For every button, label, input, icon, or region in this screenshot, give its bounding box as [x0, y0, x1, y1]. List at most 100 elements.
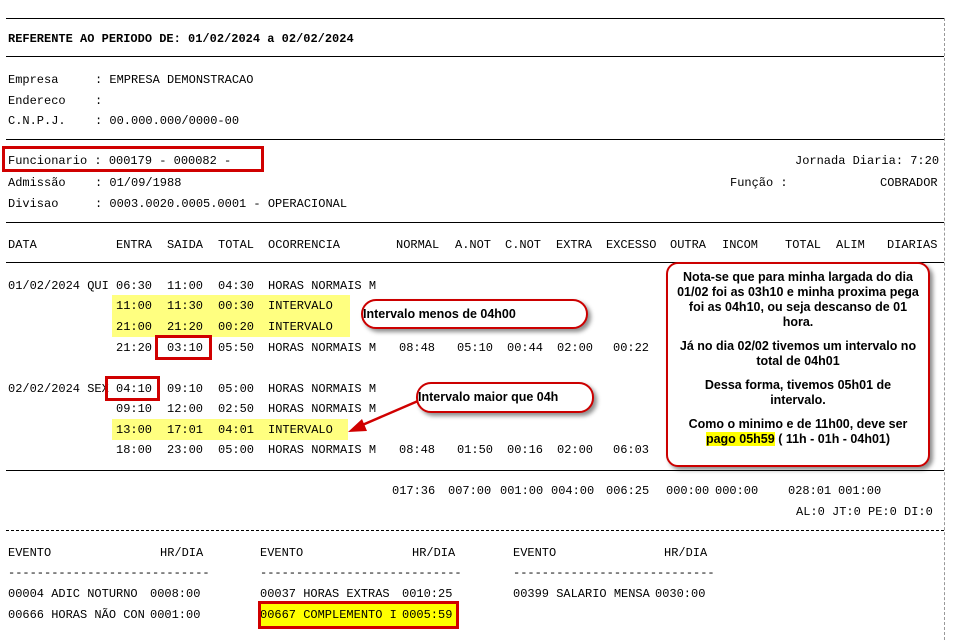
funcionario-red-box	[2, 146, 264, 172]
row7-entra: 18:00	[116, 443, 153, 457]
hrdia-head-3: HR/DIA	[664, 546, 708, 560]
total-extra: 004:00	[551, 484, 595, 498]
row2-total: 00:20	[218, 320, 255, 334]
row3-anot: 05:10	[457, 341, 494, 355]
col-extra: EXTRA	[556, 238, 593, 252]
total-flags: AL:0 JT:0 PE:0 DI:0	[796, 505, 933, 519]
note-p4-start: Como o minimo e de 11h00, deve ser	[688, 417, 908, 431]
total-normal: 017:36	[392, 484, 436, 498]
row7-ocorrencia: HORAS NORMAIS M	[268, 443, 377, 457]
row0-data: 01/02/2024 QUI	[8, 279, 109, 293]
arrow-icon	[348, 399, 419, 432]
event-value: 0001:00	[150, 608, 201, 622]
evento-head-1: EVENTO	[8, 546, 52, 560]
divisao-value: : 0003.0020.0005.0001 - OPERACIONAL	[95, 197, 348, 211]
row3-cnot: 00:44	[507, 341, 544, 355]
funcao-value: COBRADOR	[880, 176, 938, 190]
saida-0310-red-box	[155, 335, 212, 360]
row4-data: 02/02/2024 SEX	[8, 382, 109, 396]
row3-total: 05:50	[218, 341, 255, 355]
col-alim: ALIM	[836, 238, 865, 252]
note-paragraph-1: Nota-se que para minha largada do dia 01…	[677, 270, 919, 329]
col-anot: A.NOT	[455, 238, 492, 252]
row5-entra: 09:10	[116, 402, 153, 416]
col-normal: NORMAL	[396, 238, 440, 252]
col-entra: ENTRA	[116, 238, 153, 252]
total-total: 028:01	[788, 484, 832, 498]
row3-excesso: 00:22	[613, 341, 650, 355]
evento-underline-2: ----------------------------	[260, 566, 462, 580]
row2-saida: 21:20	[167, 320, 204, 334]
row0-saida: 11:00	[167, 279, 204, 293]
row6-total: 04:01	[218, 423, 255, 437]
col-total2: TOTAL	[785, 238, 822, 252]
hrdia-head-1: HR/DIA	[160, 546, 204, 560]
right-margin-line	[944, 18, 945, 640]
note-paragraph-4: Como o minimo e de 11h00, deve ser pago …	[676, 417, 920, 447]
row0-ocorrencia: HORAS NORMAIS M	[268, 279, 377, 293]
empresa-label: Empresa	[8, 73, 59, 87]
row4-ocorrencia: HORAS NORMAIS M	[268, 382, 377, 396]
callout-intervalo-maior: Intervalo maior que 04h	[416, 382, 594, 413]
col-excesso: EXCESSO	[606, 238, 657, 252]
row6-ocorrencia: INTERVALO	[268, 423, 333, 437]
col-saida: SAIDA	[167, 238, 204, 252]
row7-excesso: 06:03	[613, 443, 650, 457]
event-value: 0030:00	[655, 587, 706, 601]
col-outra: OUTRA	[670, 238, 707, 252]
total-incom: 000:00	[715, 484, 759, 498]
row6-entra: 13:00	[116, 423, 153, 437]
total-anot: 007:00	[448, 484, 492, 498]
row3-extra: 02:00	[557, 341, 594, 355]
evento-underline-3: ----------------------------	[513, 566, 715, 580]
admissao-label: Admissão	[8, 176, 66, 190]
total-alim: 001:00	[838, 484, 882, 498]
admissao-value: : 01/09/1988	[95, 176, 182, 190]
evento-underline-1: ----------------------------	[8, 566, 210, 580]
row1-saida: 11:30	[167, 299, 204, 313]
row4-total: 05:00	[218, 382, 255, 396]
col-diarias: DIARIAS	[887, 238, 938, 252]
row7-anot: 01:50	[457, 443, 494, 457]
row1-entra: 11:00	[116, 299, 153, 313]
total-excesso: 006:25	[606, 484, 650, 498]
row5-saida: 12:00	[167, 402, 204, 416]
event-label: 00037 HORAS EXTRAS	[260, 587, 390, 601]
period-title: REFERENTE AO PERIODO DE: 01/02/2024 a 02…	[8, 32, 354, 46]
row6-saida: 17:01	[167, 423, 204, 437]
cnpj-value: : 00.000.000/0000-00	[95, 114, 240, 128]
row4-saida: 09:10	[167, 382, 204, 396]
row2-entra: 21:00	[116, 320, 153, 334]
row7-normal: 08:48	[399, 443, 436, 457]
row3-ocorrencia: HORAS NORMAIS M	[268, 341, 377, 355]
row0-entra: 06:30	[116, 279, 153, 293]
empresa-value: : EMPRESA DEMONSTRACAO	[95, 73, 254, 87]
row7-total: 05:00	[218, 443, 255, 457]
col-data: DATA	[8, 238, 37, 252]
row7-extra: 02:00	[557, 443, 594, 457]
event-value: 0010:25	[402, 587, 453, 601]
col-incom: INCOM	[722, 238, 759, 252]
divisao-label: Divisao	[8, 197, 59, 211]
row7-cnot: 00:16	[507, 443, 544, 457]
row5-total: 02:50	[218, 402, 255, 416]
row3-normal: 08:48	[399, 341, 436, 355]
row2-ocorrencia: INTERVALO	[268, 320, 333, 334]
row1-ocorrencia: INTERVALO	[268, 299, 333, 313]
cnpj-label: C.N.P.J.	[8, 114, 66, 128]
total-outra: 000:00	[666, 484, 710, 498]
complemento-red-box	[258, 601, 459, 629]
event-value: 0008:00	[150, 587, 201, 601]
row0-total: 04:30	[218, 279, 255, 293]
note-p4-end: ( 11h - 01h - 04h01)	[774, 432, 891, 446]
total-cnot: 001:00	[500, 484, 544, 498]
col-total: TOTAL	[218, 238, 255, 252]
col-cnot: C.NOT	[505, 238, 542, 252]
event-label: 00004 ADIC NOTURNO	[8, 587, 138, 601]
col-ocorrencia: OCORRENCIA	[268, 238, 341, 252]
evento-head-2: EVENTO	[260, 546, 304, 560]
jornada-diaria: Jornada Diaria: 7:20	[795, 154, 940, 168]
event-label: 00399 SALARIO MENSA	[513, 587, 650, 601]
event-label: 00666 HORAS NÃO CON	[8, 608, 145, 622]
callout-intervalo-menos: Intervalo menos de 04h00	[361, 299, 588, 329]
